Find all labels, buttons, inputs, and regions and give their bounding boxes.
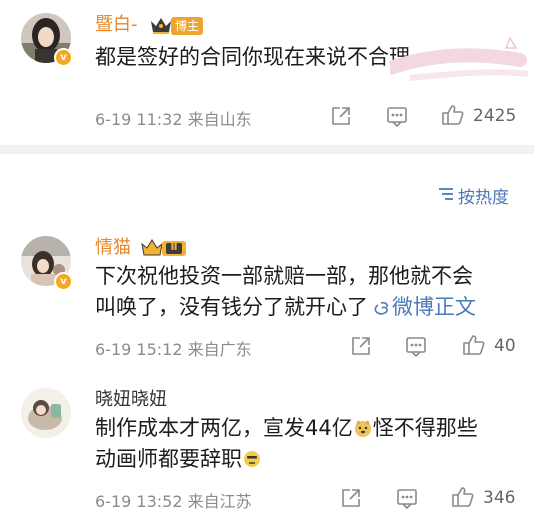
comment-meta: 6-19 13:52 来自江苏 xyxy=(95,492,252,511)
comment-content-text: 动画师都要辞职 xyxy=(95,447,242,471)
comment-icon[interactable] xyxy=(405,336,427,357)
comment-icon[interactable] xyxy=(386,106,408,127)
sort-by-hot-button[interactable]: 按热度 xyxy=(458,183,509,208)
comment-content-line2: 叫唤了，没有钱分了就开心了 微博正文 xyxy=(95,292,476,326)
like-icon[interactable] xyxy=(451,485,475,509)
decorative-background-graphic xyxy=(383,30,530,94)
comment-like-count: 40 xyxy=(494,336,516,356)
top-post-like-count: 2425 xyxy=(473,106,517,126)
like-icon[interactable] xyxy=(441,103,465,127)
top-post-meta: 6-19 11:32 来自山东 xyxy=(95,110,252,129)
comment-avatar[interactable] xyxy=(21,388,71,438)
verified-badge-icon: v xyxy=(54,272,73,291)
crown-icon xyxy=(149,15,173,39)
comment-content-text: 制作成本才两亿，宣发44亿 xyxy=(95,416,353,440)
weibo-link-icon[interactable] xyxy=(372,295,390,326)
comment-content-text: 叫唤了，没有钱分了就开心了 xyxy=(95,295,368,319)
level-badge-icon: Ⅱ xyxy=(140,236,190,262)
top-post-username[interactable]: 暨白- xyxy=(95,14,138,36)
comment-content-line1: 制作成本才两亿，宣发44亿 怪不得那些 xyxy=(95,413,478,444)
comment-content-line2: 动画师都要辞职 xyxy=(95,444,262,475)
share-icon[interactable] xyxy=(340,487,362,509)
comment-icon[interactable] xyxy=(396,488,418,509)
share-icon[interactable] xyxy=(350,335,372,357)
level-badge-text: Ⅱ xyxy=(170,240,178,253)
comment-content-text: 怪不得那些 xyxy=(372,416,478,440)
comment-username[interactable]: 晓妞晓妞 xyxy=(95,389,167,411)
share-icon[interactable] xyxy=(330,105,352,127)
sort-icon[interactable] xyxy=(437,186,455,202)
weibo-source-link[interactable]: 微博正文 xyxy=(392,295,476,319)
section-separator xyxy=(0,145,534,154)
verified-badge-icon: v xyxy=(54,48,73,67)
comment-meta: 6-19 15:12 来自广东 xyxy=(95,340,252,359)
comment-like-count: 346 xyxy=(483,488,516,508)
comment-username[interactable]: 情猫 xyxy=(95,237,131,259)
blogger-badge: 博主 xyxy=(171,17,203,35)
like-icon[interactable] xyxy=(462,333,486,357)
comment-content-line1: 下次祝他投资一部就赔一部，那他就不会 xyxy=(95,264,473,288)
speechless-emoji-icon xyxy=(243,446,261,467)
top-post-content: 都是签好的合同你现在来说不合理 xyxy=(95,45,410,69)
doge-emoji-icon xyxy=(354,415,372,437)
